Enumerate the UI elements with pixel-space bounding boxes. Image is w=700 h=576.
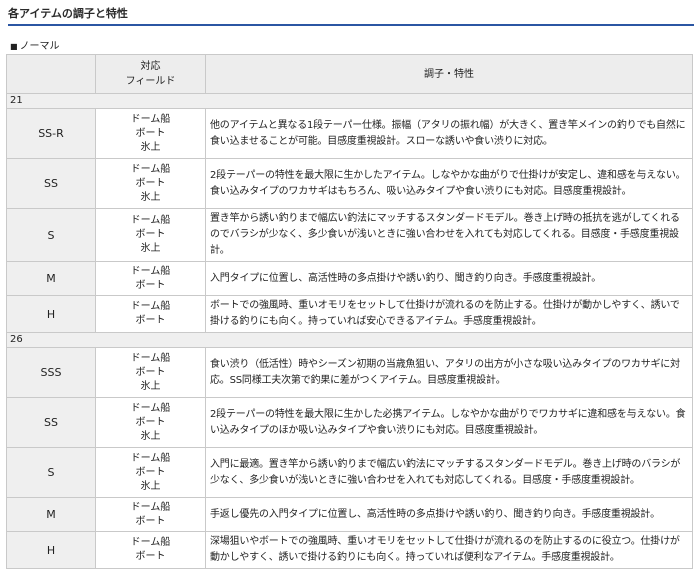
item-name: SS-R (6, 108, 96, 159)
table-row: M ドーム船 ボート 入門タイプに位置し、高活性時の多点掛けや誘い釣り、聞き釣り向き。… (6, 261, 693, 296)
field-item: 氷上 (140, 480, 161, 492)
field-item: 氷上 (140, 380, 161, 392)
item-table: 対応 フィールド 調子・特性 21 SS-R ドーム船 ボート 氷上 他のアイテムと異なる… (6, 54, 693, 569)
header-field-cell: 対応 フィールド (95, 54, 206, 94)
field-list: ドーム船 ボート (95, 531, 206, 569)
field-item: ボート (135, 515, 166, 527)
item-name: SSS (6, 347, 96, 398)
field-item: ドーム船 (130, 265, 171, 277)
field-list: ドーム船 ボート 氷上 (95, 108, 206, 159)
header-name-cell (6, 54, 96, 94)
field-item: ボート (135, 177, 166, 189)
field-list: ドーム船 ボート (95, 295, 206, 333)
field-item: ボート (135, 229, 166, 240)
table-row: H ドーム船 ボート 深場狙いやボートでの強風時、重いオモリをセットして仕掛けが流れる… (6, 531, 693, 569)
table-header-row: 対応 フィールド 調子・特性 (6, 54, 693, 94)
table-row: SSS ドーム船 ボート 氷上 食い渋り（低活性）時やシーズン初期の当歳魚狙い、アタリの… (6, 347, 693, 398)
section-label-text: ノーマル (19, 41, 60, 52)
item-name: S (6, 208, 96, 262)
field-item: 氷上 (140, 141, 161, 153)
item-description: 入門に最適。置き竿から誘い釣りまで幅広い釣法にマッチするスタンダードモデル。巻き… (205, 447, 693, 498)
field-list: ドーム船 ボート 氷上 (95, 347, 206, 398)
group-row: 26 (6, 332, 693, 348)
field-item: ボート (135, 416, 166, 428)
field-item: ドーム船 (130, 501, 171, 513)
field-item: ボート (135, 127, 166, 139)
field-list: ドーム船 ボート 氷上 (95, 208, 206, 262)
item-description: 2段テーパーの特性を最大限に生かしたアイテム。しなやかな曲がりで仕掛けが安定し、… (205, 158, 693, 209)
table-row: SS-R ドーム船 ボート 氷上 他のアイテムと異なる1段テーパー仕様。振幅（アタリの振… (6, 108, 693, 159)
header-desc-cell: 調子・特性 (205, 54, 693, 94)
item-name: SS (6, 158, 96, 209)
field-list: ドーム船 ボート (95, 261, 206, 296)
table-row: H ドーム船 ボート ボートでの強風時、重いオモリをセットして仕掛けが流れるのを防止す… (6, 295, 693, 333)
field-item: ドーム船 (130, 301, 171, 312)
field-item: 氷上 (140, 430, 161, 442)
item-description: 入門タイプに位置し、高活性時の多点掛けや誘い釣り、聞き釣り向き。手感度重視設計。 (205, 261, 693, 296)
item-description: 置き竿から誘い釣りまで幅広い釣法にマッチするスタンダードモデル。巻き上げ時の抵抗… (205, 208, 693, 262)
item-name: H (6, 295, 96, 333)
table-row: S ドーム船 ボート 氷上 入門に最適。置き竿から誘い釣りまで幅広い釣法にマッチするスタ… (6, 447, 693, 498)
group-row: 21 (6, 93, 693, 109)
page: 各アイテムの調子と特性 ■ ノーマル 対応 フィールド 調子・特性 21 SS-R ド… (0, 0, 700, 576)
field-item: ドーム船 (130, 352, 171, 364)
field-item: ボート (135, 279, 166, 291)
field-item: ボート (135, 466, 166, 478)
field-item: ボート (135, 551, 166, 562)
item-description: 食い渋り（低活性）時やシーズン初期の当歳魚狙い、アタリの出方が小さな吸い込みタイ… (205, 347, 693, 398)
group-label: 26 (6, 332, 693, 348)
table-row: S ドーム船 ボート 氷上 置き竿から誘い釣りまで幅広い釣法にマッチするスタンダードモデ… (6, 208, 693, 262)
field-item: ドーム船 (130, 452, 171, 464)
field-item: 氷上 (140, 243, 161, 254)
field-item: ボート (135, 315, 166, 326)
item-description: ボートでの強風時、重いオモリをセットして仕掛けが流れるのを防止する。仕掛けが動か… (205, 295, 693, 333)
section-label: ■ ノーマル (10, 40, 60, 54)
item-name: SS (6, 397, 96, 448)
field-list: ドーム船 ボート 氷上 (95, 447, 206, 498)
table-row: SS ドーム船 ボート 氷上 2段テーパーの特性を最大限に生かした必携アイテム。しなやか… (6, 397, 693, 448)
header-field-line2: フィールド (125, 76, 176, 87)
field-list: ドーム船 ボート 氷上 (95, 158, 206, 209)
field-item: ドーム船 (130, 113, 171, 125)
square-bullet-icon: ■ (10, 42, 18, 51)
item-description: 手返し優先の入門タイプに位置し、高活性時の多点掛けや誘い釣り、聞き釣り向き。手感… (205, 497, 693, 532)
table-row: M ドーム船 ボート 手返し優先の入門タイプに位置し、高活性時の多点掛けや誘い釣り、聞… (6, 497, 693, 532)
field-item: ボート (135, 366, 166, 378)
field-item: ドーム船 (130, 163, 171, 175)
item-name: H (6, 531, 96, 569)
item-name: M (6, 497, 96, 532)
header-field-line1: 対応 (140, 61, 161, 72)
field-item: ドーム船 (130, 402, 171, 414)
item-description: 深場狙いやボートでの強風時、重いオモリをセットして仕掛けが流れるのを防止するのに… (205, 531, 693, 569)
item-description: 2段テーパーの特性を最大限に生かした必携アイテム。しなやかな曲がりでワカサギに違… (205, 397, 693, 448)
item-name: M (6, 261, 96, 296)
field-item: ドーム船 (130, 215, 171, 226)
item-description: 他のアイテムと異なる1段テーパー仕様。振幅（アタリの振れ幅）が大きく、置き竿メイ… (205, 108, 693, 159)
table-row: SS ドーム船 ボート 氷上 2段テーパーの特性を最大限に生かしたアイテム。しなやかな曲… (6, 158, 693, 209)
page-title: 各アイテムの調子と特性 (8, 6, 694, 26)
group-label: 21 (6, 93, 693, 109)
field-item: ドーム船 (130, 537, 171, 548)
field-item: 氷上 (140, 191, 161, 203)
field-list: ドーム船 ボート (95, 497, 206, 532)
field-list: ドーム船 ボート 氷上 (95, 397, 206, 448)
item-name: S (6, 447, 96, 498)
